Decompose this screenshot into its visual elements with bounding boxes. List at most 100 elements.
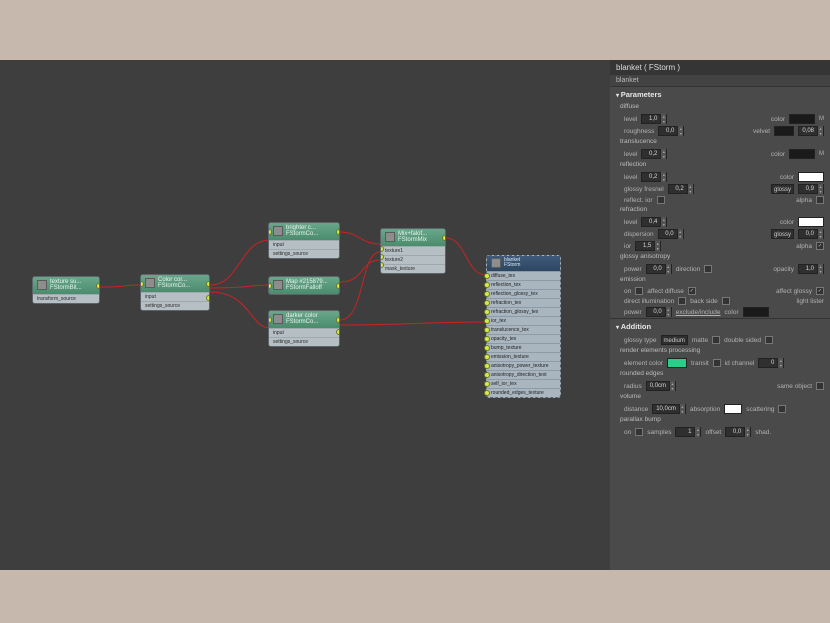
volume-distance-spinner[interactable]: 10,0cm▴▾ (652, 404, 686, 414)
input-socket[interactable] (484, 363, 490, 369)
spinner-down-icon[interactable]: ▾ (660, 119, 666, 124)
aniso-power-spinner[interactable]: 0,0▴▾ (646, 264, 672, 274)
target-slot[interactable]: refraction_tex (487, 298, 560, 307)
node-falloff-map[interactable]: Map #215879... FStormFalloff (268, 276, 340, 295)
emission-power-spinner[interactable]: 0,0▴▾ (646, 307, 672, 317)
diffuse-roughness-spinner[interactable]: 0,0▴▾ (658, 126, 684, 136)
input-socket[interactable] (484, 282, 490, 288)
section-parameters[interactable]: Parameters (610, 86, 830, 102)
target-slot[interactable]: diffuse_tex (487, 271, 560, 280)
affect-glossy-checkbox[interactable]: ✓ (816, 287, 824, 295)
spinner-down-icon[interactable]: ▾ (694, 432, 700, 437)
ior-spinner[interactable]: 1,5▴▾ (635, 241, 661, 251)
node-row[interactable]: texture2 (381, 255, 445, 264)
spinner-down-icon[interactable]: ▾ (665, 269, 671, 274)
node-row[interactable]: settings_source (141, 301, 209, 310)
double-sided-checkbox[interactable] (765, 336, 773, 344)
target-slot[interactable]: self_ior_tex (487, 379, 560, 388)
node-darker-color[interactable]: darker color FStormCo... input settings_… (268, 310, 340, 347)
reflect-ior-checkbox[interactable] (657, 196, 665, 204)
velvet-spinner[interactable]: 0,08▴▾ (798, 126, 824, 136)
output-socket[interactable] (206, 281, 210, 287)
spinner-down-icon[interactable]: ▾ (665, 312, 671, 317)
node-texture-source[interactable]: texture su... FStormBit... transform_sou… (32, 276, 100, 304)
refraction-glossy-combo[interactable]: glossy (771, 229, 794, 239)
node-row[interactable]: settings_source (269, 249, 339, 258)
spinner-down-icon[interactable]: ▾ (777, 363, 783, 368)
emission-on-checkbox[interactable] (635, 287, 643, 295)
input-socket[interactable] (484, 309, 490, 315)
diffuse-level-spinner[interactable]: 1,0▴▾ (641, 114, 667, 124)
node-row[interactable]: mask_texture (381, 264, 445, 273)
spinner-down-icon[interactable]: ▾ (669, 386, 675, 391)
output-socket[interactable] (96, 283, 100, 289)
direct-illumination-checkbox[interactable] (678, 297, 686, 305)
node-row[interactable]: input (269, 328, 339, 337)
refraction-glossy-spinner[interactable]: 0,0▴▾ (798, 229, 824, 239)
reflection-color-swatch[interactable] (798, 172, 824, 182)
translucence-color-swatch[interactable] (789, 149, 815, 159)
node-row[interactable]: transform_source (33, 294, 99, 303)
node-mix[interactable]: Mix+falof... FStormMix texture1 texture2… (380, 228, 446, 274)
node-material-target[interactable]: blanket FStorm diffuse_tex reflection_te… (486, 255, 561, 398)
matte-checkbox[interactable] (712, 336, 720, 344)
target-slot[interactable]: emission_texture (487, 352, 560, 361)
target-slot[interactable]: ior_tex (487, 316, 560, 325)
refraction-level-spinner[interactable]: 0,4▴▾ (641, 217, 667, 227)
spinner-down-icon[interactable]: ▾ (677, 131, 683, 136)
spinner-down-icon[interactable]: ▾ (677, 234, 683, 239)
transit-checkbox[interactable] (713, 359, 721, 367)
input-socket[interactable] (484, 300, 490, 306)
glossy-type-combo[interactable]: medium (661, 335, 688, 345)
aniso-opacity-spinner[interactable]: 1,0▴▾ (798, 264, 824, 274)
spinner-down-icon[interactable]: ▾ (660, 154, 666, 159)
target-slot[interactable]: reflection_tex (487, 280, 560, 289)
node-row[interactable]: settings_source (269, 337, 339, 346)
back-side-checkbox[interactable] (722, 297, 730, 305)
translucence-level-spinner[interactable]: 0,2▴▾ (641, 149, 667, 159)
spinner-down-icon[interactable]: ▾ (817, 189, 823, 194)
same-object-checkbox[interactable] (816, 382, 824, 390)
reflection-alpha-checkbox[interactable] (816, 196, 824, 204)
reflection-level-spinner[interactable]: 0,2▴▾ (641, 172, 667, 182)
output-socket[interactable] (336, 283, 340, 289)
element-color-swatch[interactable] (667, 358, 687, 368)
input-socket[interactable] (484, 336, 490, 342)
rounded-radius-spinner[interactable]: 0,0cm▴▾ (646, 381, 676, 391)
affect-diffuse-checkbox[interactable]: ✓ (688, 287, 696, 295)
diffuse-color-swatch[interactable] (789, 114, 815, 124)
spinner-down-icon[interactable]: ▾ (744, 432, 750, 437)
input-socket[interactable] (484, 354, 490, 360)
velvet-color-swatch[interactable] (774, 126, 794, 136)
spinner-down-icon[interactable]: ▾ (660, 222, 666, 227)
id-channel-spinner[interactable]: 0▴▾ (758, 358, 784, 368)
node-graph-canvas[interactable]: texture su... FStormBit... transform_sou… (0, 60, 610, 570)
spinner-down-icon[interactable]: ▾ (679, 409, 685, 414)
spinner-down-icon[interactable]: ▾ (817, 131, 823, 136)
spinner-down-icon[interactable]: ▾ (687, 189, 693, 194)
target-slot[interactable]: refraction_glossy_tex (487, 307, 560, 316)
target-slot[interactable]: rounded_edges_texture (487, 388, 560, 397)
scattering-checkbox[interactable] (778, 405, 786, 413)
input-socket[interactable] (484, 318, 490, 324)
aniso-direction-checkbox[interactable] (704, 265, 712, 273)
input-socket[interactable] (484, 273, 490, 279)
map-slot-button[interactable]: M (819, 151, 824, 157)
node-brighter-color[interactable]: brighter c... FStormCo... input settings… (268, 222, 340, 259)
target-slot[interactable]: opacity_tex (487, 334, 560, 343)
output-socket[interactable] (336, 329, 340, 335)
glossy-fresnel-spinner[interactable]: 0,2▴▾ (668, 184, 694, 194)
section-addition[interactable]: Addition (610, 318, 830, 334)
spinner-down-icon[interactable]: ▾ (817, 269, 823, 274)
absorption-color-swatch[interactable] (724, 404, 742, 414)
target-slot[interactable]: anisotropy_direction_text (487, 370, 560, 379)
spinner-down-icon[interactable]: ▾ (654, 246, 660, 251)
output-socket[interactable] (336, 317, 340, 323)
emission-color-swatch[interactable] (743, 307, 769, 317)
input-socket[interactable] (484, 372, 490, 378)
input-socket[interactable] (484, 381, 490, 387)
refraction-color-swatch[interactable] (798, 217, 824, 227)
node-row[interactable]: texture1 (381, 246, 445, 255)
input-socket[interactable] (484, 291, 490, 297)
output-socket[interactable] (442, 235, 446, 241)
